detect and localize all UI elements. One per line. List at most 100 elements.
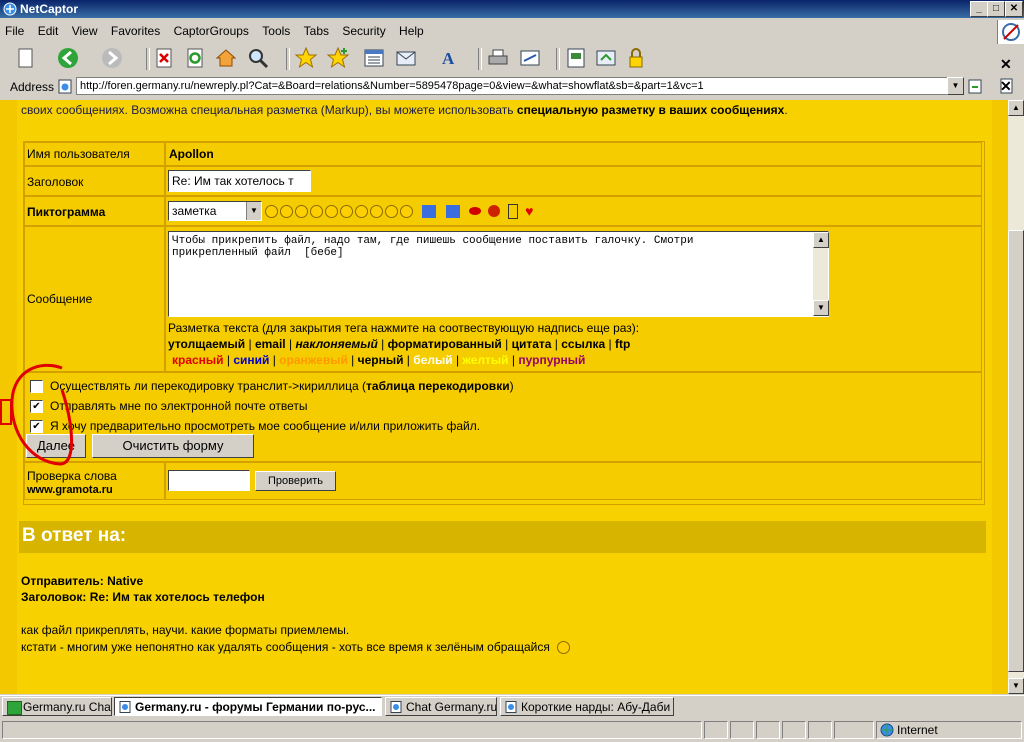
home-icon[interactable] (214, 46, 238, 70)
crazy-icon[interactable] (370, 204, 383, 218)
color-white-link[interactable]: белый (413, 353, 452, 367)
go-icon[interactable] (968, 79, 983, 94)
username-value: Apollon (169, 147, 214, 161)
menu-security[interactable]: Security (337, 22, 390, 40)
menu-help[interactable]: Help (394, 22, 429, 40)
color-black-link[interactable]: черный (358, 353, 404, 367)
scroll-down-icon[interactable]: ▼ (813, 300, 829, 316)
markup-bold-link[interactable]: утолщаемый (168, 337, 245, 351)
scroll-up-icon[interactable]: ▲ (1008, 100, 1024, 116)
color-blue-link[interactable]: синий (233, 353, 269, 367)
markup-url-link[interactable]: ссылка (561, 337, 605, 351)
preview-checkbox[interactable]: ✔ (30, 420, 43, 433)
page-favicon-icon (58, 79, 72, 94)
popup-icon[interactable] (594, 46, 618, 70)
globe-icon (880, 723, 894, 737)
status-text-pane (2, 721, 702, 739)
tab-backgammon[interactable]: Короткие нарды: Абу-Даби (500, 697, 674, 716)
color-yellow-link[interactable]: желтый (462, 353, 508, 367)
tongue-icon[interactable] (385, 204, 398, 218)
icon-select[interactable]: заметка ▼ (168, 201, 262, 221)
reply-heading: В ответ на: (22, 525, 127, 546)
toolbar-separator (146, 48, 150, 70)
markup-help-link[interactable]: специальную разметку в ваших сообщениях (517, 103, 784, 117)
close-tab-icon[interactable]: ✕ (1000, 56, 1012, 73)
scroll-down-icon[interactable]: ▼ (1008, 678, 1024, 694)
tab-germany-chat[interactable]: Germany.ru Chat (2, 697, 112, 716)
spell-check-button[interactable]: Проверить (255, 471, 336, 491)
glass-icon[interactable] (507, 203, 518, 219)
sad-icon[interactable] (280, 204, 293, 218)
chevron-down-icon[interactable]: ▼ (246, 202, 261, 220)
menu-captorgroups[interactable]: CaptorGroups (169, 22, 254, 40)
color-purple-link[interactable]: пурпурный (518, 353, 585, 367)
scroll-up-icon[interactable]: ▲ (813, 232, 829, 248)
thumbs-down-icon[interactable] (445, 204, 460, 218)
menu-file[interactable]: File (0, 22, 29, 40)
history-icon[interactable] (362, 46, 386, 70)
page-icon[interactable] (564, 46, 588, 70)
back-icon[interactable] (56, 46, 80, 70)
lock-icon[interactable] (624, 46, 648, 70)
tab-forum-active[interactable]: Germany.ru - форумы Германии по-рус... (114, 697, 382, 716)
clear-form-button[interactable]: Очистить форму (92, 434, 254, 458)
markup-italic-link[interactable]: наклоняемый (295, 337, 377, 351)
edit-icon[interactable] (518, 46, 542, 70)
thumbs-up-icon[interactable] (422, 204, 437, 218)
search-icon[interactable] (246, 46, 270, 70)
emoticon-row: ♥ (265, 203, 533, 219)
maximize-button[interactable]: □ (987, 1, 1005, 17)
forward-icon[interactable] (100, 46, 124, 70)
heart-icon[interactable]: ♥ (525, 203, 533, 219)
security-zone: Internet (876, 721, 1022, 739)
menu-favorites[interactable]: Favorites (106, 22, 165, 40)
flower-icon[interactable] (488, 205, 501, 217)
color-red-link[interactable]: красный (172, 353, 224, 367)
refresh-icon[interactable] (183, 46, 207, 70)
markup-email-link[interactable]: email (255, 337, 286, 351)
shocked-icon[interactable] (295, 204, 308, 218)
preview-label: Я хочу предварительно просмотреть мое со… (50, 419, 481, 433)
address-dropdown-button[interactable]: ▼ (947, 77, 964, 95)
message-textarea[interactable]: Чтобы прикрепить файл, надо там, где пиш… (168, 231, 829, 317)
email-notify-checkbox[interactable]: ✔ (30, 400, 43, 413)
translit-table-link[interactable]: таблица перекодировки (366, 379, 510, 393)
toolbar-separator (286, 48, 290, 70)
page-scrollbar[interactable]: ▲ ▼ (1008, 100, 1024, 694)
stop-icon[interactable] (152, 46, 176, 70)
print-icon[interactable] (486, 46, 510, 70)
font-icon[interactable]: A (438, 46, 462, 70)
color-orange-link[interactable]: оранжевый (279, 353, 348, 367)
spell-site-link[interactable]: www.gramota.ru (27, 484, 113, 496)
subject-input[interactable]: Re: Им так хотелось т (168, 170, 311, 192)
add-favorite-icon[interactable] (326, 46, 350, 70)
subject-label: Заголовок (27, 175, 84, 189)
markup-ftp-link[interactable]: ftp (615, 337, 630, 351)
new-page-icon[interactable] (14, 46, 38, 70)
lips-icon[interactable] (469, 207, 482, 215)
tab-chat-germany[interactable]: Chat Germany.ru (385, 697, 497, 716)
scroll-thumb[interactable] (1008, 230, 1024, 672)
address-input[interactable]: http://foren.germany.ru/newreply.pl?Cat=… (76, 77, 951, 95)
translit-checkbox[interactable] (30, 380, 43, 393)
markup-quote-link[interactable]: цитата (512, 337, 552, 351)
message-scrollbar[interactable]: ▲ ▼ (813, 232, 829, 316)
mail-icon[interactable] (394, 46, 418, 70)
cool-icon[interactable] (310, 204, 323, 218)
smile-icon[interactable] (265, 204, 278, 218)
laugh-icon[interactable] (340, 204, 353, 218)
favorites-icon[interactable] (294, 46, 318, 70)
menu-view[interactable]: View (67, 22, 103, 40)
menu-tools[interactable]: Tools (257, 22, 295, 40)
angry-icon[interactable] (355, 204, 368, 218)
icon-select-value: заметка (172, 204, 217, 218)
spell-input[interactable] (168, 470, 250, 491)
grin-icon[interactable] (325, 204, 338, 218)
next-button[interactable]: Далее (26, 434, 86, 458)
minimize-button[interactable]: _ (970, 1, 988, 17)
menu-edit[interactable]: Edit (33, 22, 64, 40)
menu-tabs[interactable]: Tabs (299, 22, 334, 40)
close-button[interactable]: ✕ (1005, 1, 1023, 17)
markup-pre-link[interactable]: форматированный (388, 337, 502, 351)
wink-icon[interactable] (400, 204, 413, 218)
